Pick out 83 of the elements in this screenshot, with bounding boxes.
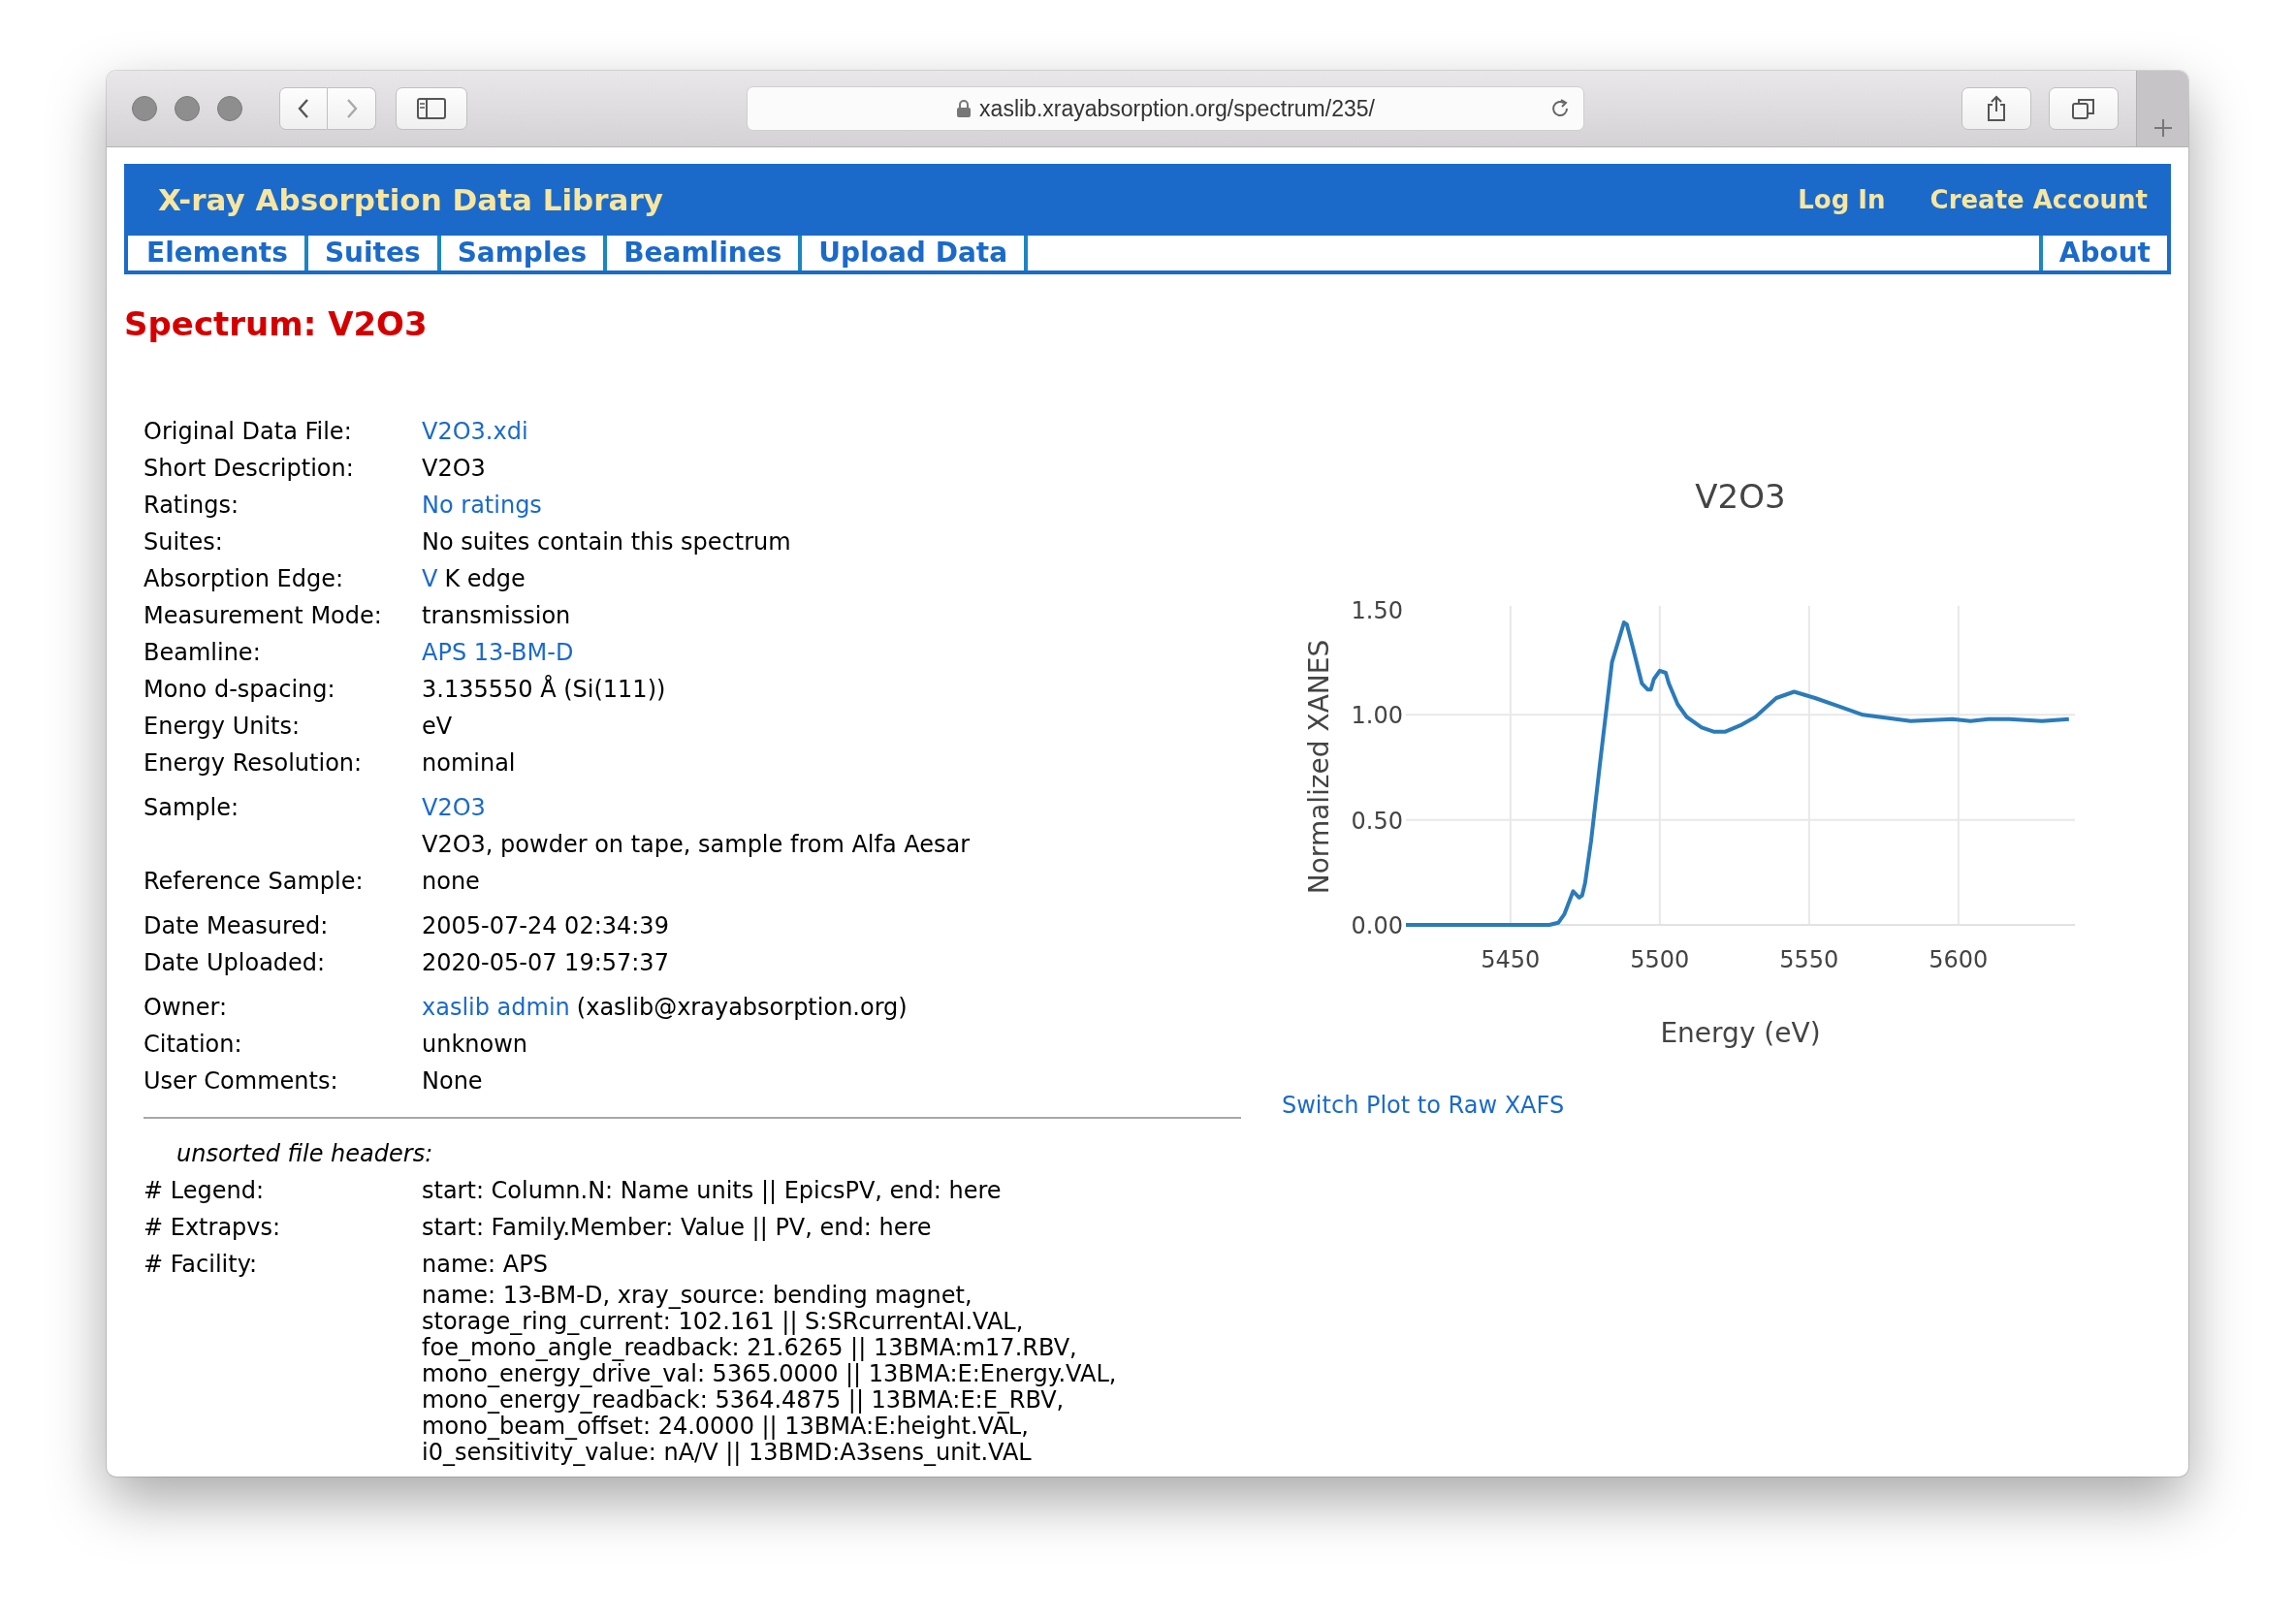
field-label: Reference Sample: <box>144 867 365 897</box>
x-axis-label: Energy (eV) <box>1660 1017 1821 1049</box>
field-value: none <box>422 867 480 897</box>
field-label: Date Measured: <box>144 911 330 941</box>
tick-label: 0.00 <box>1351 912 1403 939</box>
chevron-left-icon <box>297 98 310 119</box>
field-value: unknown <box>422 1030 528 1060</box>
field-label: Short Description: <box>144 454 355 484</box>
value-link[interactable]: xaslib admin <box>422 989 570 1026</box>
field-label: Measurement Mode: <box>144 601 383 631</box>
tick-label: 5550 <box>1779 946 1839 973</box>
tick-label: 5600 <box>1929 946 1989 973</box>
tick-label: 1.00 <box>1351 702 1403 730</box>
field-value: V2O3, powder on tape, sample from Alfa Aesar <box>422 830 971 860</box>
header-label: # Facility: <box>144 1250 259 1280</box>
back-button[interactable] <box>279 87 328 130</box>
share-icon <box>1986 95 2007 122</box>
value-link[interactable]: APS 13-BM-D <box>422 634 574 671</box>
y-axis-label: Normalized XANES <box>1303 639 1335 895</box>
tabs-icon <box>2071 97 2096 120</box>
value-link[interactable]: V2O3 <box>422 789 486 826</box>
site-title[interactable]: X-ray Absorption Data Library <box>158 182 1799 217</box>
field-label: Ratings: <box>144 491 239 521</box>
address-bar[interactable]: xaslib.xrayabsorption.org/spectrum/235/ <box>747 86 1584 131</box>
field-label: Beamline: <box>144 638 262 668</box>
section-heading: unsorted file headers: <box>175 1139 434 1169</box>
field-label: Date Uploaded: <box>144 948 327 978</box>
field-label: Energy Resolution: <box>144 748 364 779</box>
header-value: start: Column.N: Name units || EpicsPV, end: here <box>422 1176 1002 1206</box>
plus-icon <box>2152 117 2174 139</box>
field-value: transmission <box>422 601 571 631</box>
field-label: Suites: <box>144 527 224 557</box>
url-text: xaslib.xrayabsorption.org/spectrum/235/ <box>979 95 1375 122</box>
header-value: storage_ring_current: 102.161 || S:SRcurrentAI.VAL, <box>422 1309 1025 1335</box>
field-value: (xaslib@xrayabsorption.org) <box>576 993 908 1023</box>
field-value: No suites contain this spectrum <box>422 527 791 557</box>
account-link[interactable]: Log In <box>1798 185 1886 214</box>
field-label: Energy Units: <box>144 712 302 742</box>
header-value: i0_sensitivity_value: nA/V || 13BMD:A3sens_unit.VAL <box>422 1440 1033 1466</box>
header-value: foe_mono_angle_readback: 21.6265 || 13BMA:m17.RBV, <box>422 1335 1078 1361</box>
header-value: mono_beam_offset: 24.0000 || 13BMA:E:height.VAL, <box>422 1414 1029 1440</box>
header-value: mono_energy_readback: 5364.4875 || 13BMA:E:E_RBV, <box>422 1387 1066 1414</box>
account-link[interactable]: Create Account <box>1929 185 2148 214</box>
field-value: V2O3 <box>422 454 486 484</box>
tabs-button[interactable] <box>2049 87 2119 130</box>
field-label: Absorption Edge: <box>144 564 345 594</box>
share-button[interactable] <box>1961 87 2031 130</box>
switch-plot-link[interactable]: Switch Plot to Raw XAFS <box>1282 1092 1565 1119</box>
header-label: # Extrapvs: <box>144 1213 282 1243</box>
field-value: K edge <box>444 564 526 594</box>
header-value: name: 13-BM-D, xray_source: bending magnet, <box>422 1283 973 1309</box>
page-title: Spectrum: V2O3 <box>124 304 429 343</box>
field-value: eV <box>422 712 453 742</box>
field-label: Mono d-spacing: <box>144 675 336 705</box>
field-value: 2020-05-07 19:57:37 <box>422 948 669 978</box>
chart-title: V2O3 <box>1695 477 1786 516</box>
field-label: Citation: <box>144 1030 243 1060</box>
field-value: None <box>422 1066 483 1097</box>
header-value: start: Family.Member: Value || PV, end: here <box>422 1213 932 1243</box>
value-link[interactable]: V <box>422 560 438 597</box>
lock-icon <box>956 99 973 118</box>
header-label: # Legend: <box>144 1176 265 1206</box>
header-value: name: APS <box>422 1250 548 1280</box>
header-value: mono_energy_drive_val: 5365.0000 || 13BMA:E:Energy.VAL, <box>422 1361 1117 1387</box>
tick-label: 5450 <box>1481 946 1541 973</box>
value-link[interactable]: V2O3.xdi <box>422 413 528 450</box>
zoom-button[interactable] <box>217 96 242 121</box>
chevron-right-icon <box>344 98 359 119</box>
tick-label: 0.50 <box>1351 807 1403 835</box>
field-label: Owner: <box>144 993 229 1023</box>
value-link[interactable]: No ratings <box>422 487 542 524</box>
sidebar-button[interactable] <box>396 87 467 130</box>
field-value: nominal <box>422 748 516 779</box>
field-label: Original Data File: <box>144 417 353 447</box>
field-label: User Comments: <box>144 1066 339 1097</box>
tick-label: 1.50 <box>1351 597 1403 624</box>
field-value: 3.135550 Å (Si(111)) <box>422 674 666 705</box>
field-value: 2005-07-24 02:34:39 <box>422 911 669 941</box>
tick-label: 5500 <box>1630 946 1690 973</box>
sidebar-icon <box>417 98 446 119</box>
field-label: Sample: <box>144 793 240 823</box>
close-button[interactable] <box>132 96 157 121</box>
minimize-button[interactable] <box>175 96 200 121</box>
